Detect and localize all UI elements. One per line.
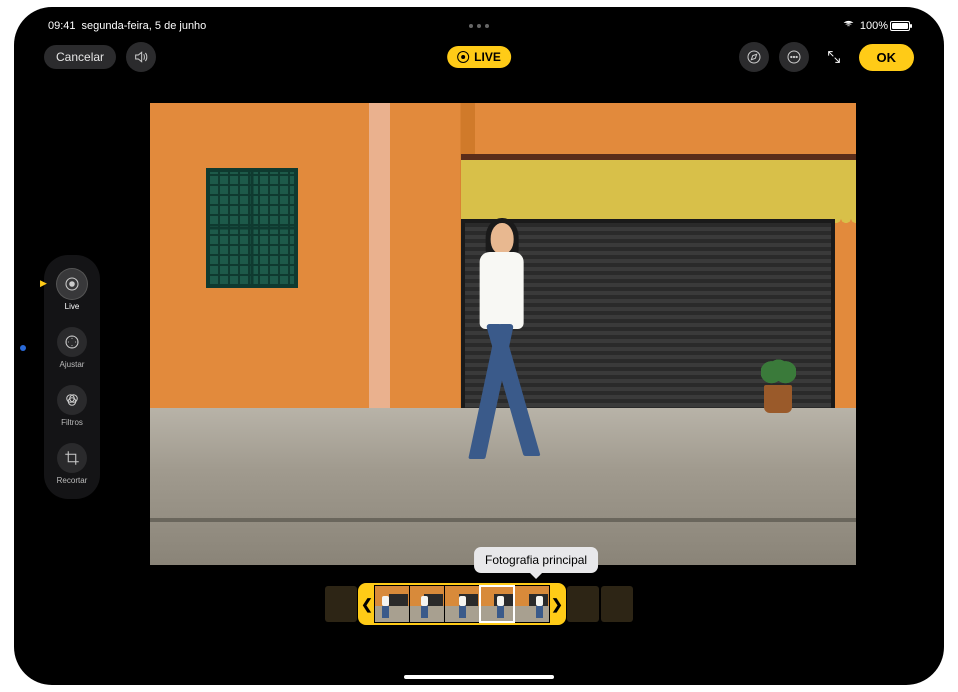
editor-main: ▶ Live Ajustar Filtros Recortar [44, 75, 914, 637]
filmstrip-frames [374, 585, 550, 623]
tool-live[interactable]: Live [57, 269, 87, 311]
live-photo-filmstrip: ❮ ❯ [324, 581, 634, 627]
key-photo-tooltip: Fotografia principal [474, 547, 598, 573]
filmstrip-outside-frame [567, 586, 599, 622]
filmstrip-frame[interactable] [480, 586, 514, 622]
filters-icon [63, 391, 81, 409]
markup-icon [746, 49, 762, 65]
filmstrip-outside-frame [325, 586, 357, 622]
live-label: LIVE [474, 50, 501, 64]
editor-toolbar: Cancelar LIVE OK [30, 35, 928, 75]
crop-icon [63, 449, 81, 467]
trim-selection: ❮ ❯ [358, 583, 566, 625]
filmstrip-frame[interactable] [375, 586, 409, 622]
tool-crop[interactable]: Recortar [57, 443, 88, 485]
side-indicator-dot [20, 345, 26, 351]
cancel-button[interactable]: Cancelar [44, 45, 116, 69]
battery-indicator: 100% [860, 20, 910, 32]
live-tool-icon [63, 275, 81, 293]
key-photo-tooltip-label: Fotografia principal [485, 553, 587, 567]
fullscreen-button[interactable] [819, 42, 849, 72]
more-button[interactable] [779, 42, 809, 72]
photo-content [150, 103, 856, 565]
live-photo-badge[interactable]: LIVE [447, 46, 511, 68]
battery-percent: 100% [860, 20, 888, 32]
tool-filters[interactable]: Filtros [57, 385, 87, 427]
cancel-label: Cancelar [56, 50, 104, 64]
tool-filters-label: Filtros [61, 418, 83, 427]
tool-adjust-label: Ajustar [60, 360, 85, 369]
home-indicator[interactable] [404, 675, 554, 679]
multitask-dots[interactable] [469, 24, 489, 28]
volume-button[interactable] [126, 42, 156, 72]
filmstrip-frame[interactable] [410, 586, 444, 622]
wifi-icon [842, 18, 855, 34]
tool-crop-label: Recortar [57, 476, 88, 485]
photo-preview[interactable] [150, 103, 856, 565]
active-tool-caret-icon: ▶ [40, 278, 47, 289]
edit-tool-rail: ▶ Live Ajustar Filtros Recortar [44, 255, 100, 499]
speaker-icon [133, 49, 149, 65]
filmstrip-frame[interactable] [445, 586, 479, 622]
status-date: segunda-feira, 5 de junho [82, 20, 207, 32]
ellipsis-icon [786, 49, 802, 65]
done-button[interactable]: OK [859, 44, 915, 71]
filmstrip-outside-frame [601, 586, 633, 622]
adjust-icon [63, 333, 81, 351]
trim-handle-left[interactable]: ❮ [360, 585, 374, 623]
filmstrip-frame[interactable] [515, 586, 549, 622]
tool-live-label: Live [65, 302, 80, 311]
tool-adjust[interactable]: Ajustar [57, 327, 87, 369]
done-label: OK [877, 50, 897, 65]
markup-button[interactable] [739, 42, 769, 72]
expand-icon [826, 49, 842, 65]
status-bar: 09:41 segunda-feira, 5 de junho 100% [30, 17, 928, 35]
status-time: 09:41 [48, 20, 76, 32]
ipad-frame: 09:41 segunda-feira, 5 de junho 100% Can… [14, 7, 944, 685]
trim-handle-right[interactable]: ❯ [550, 585, 564, 623]
live-icon [457, 51, 469, 63]
